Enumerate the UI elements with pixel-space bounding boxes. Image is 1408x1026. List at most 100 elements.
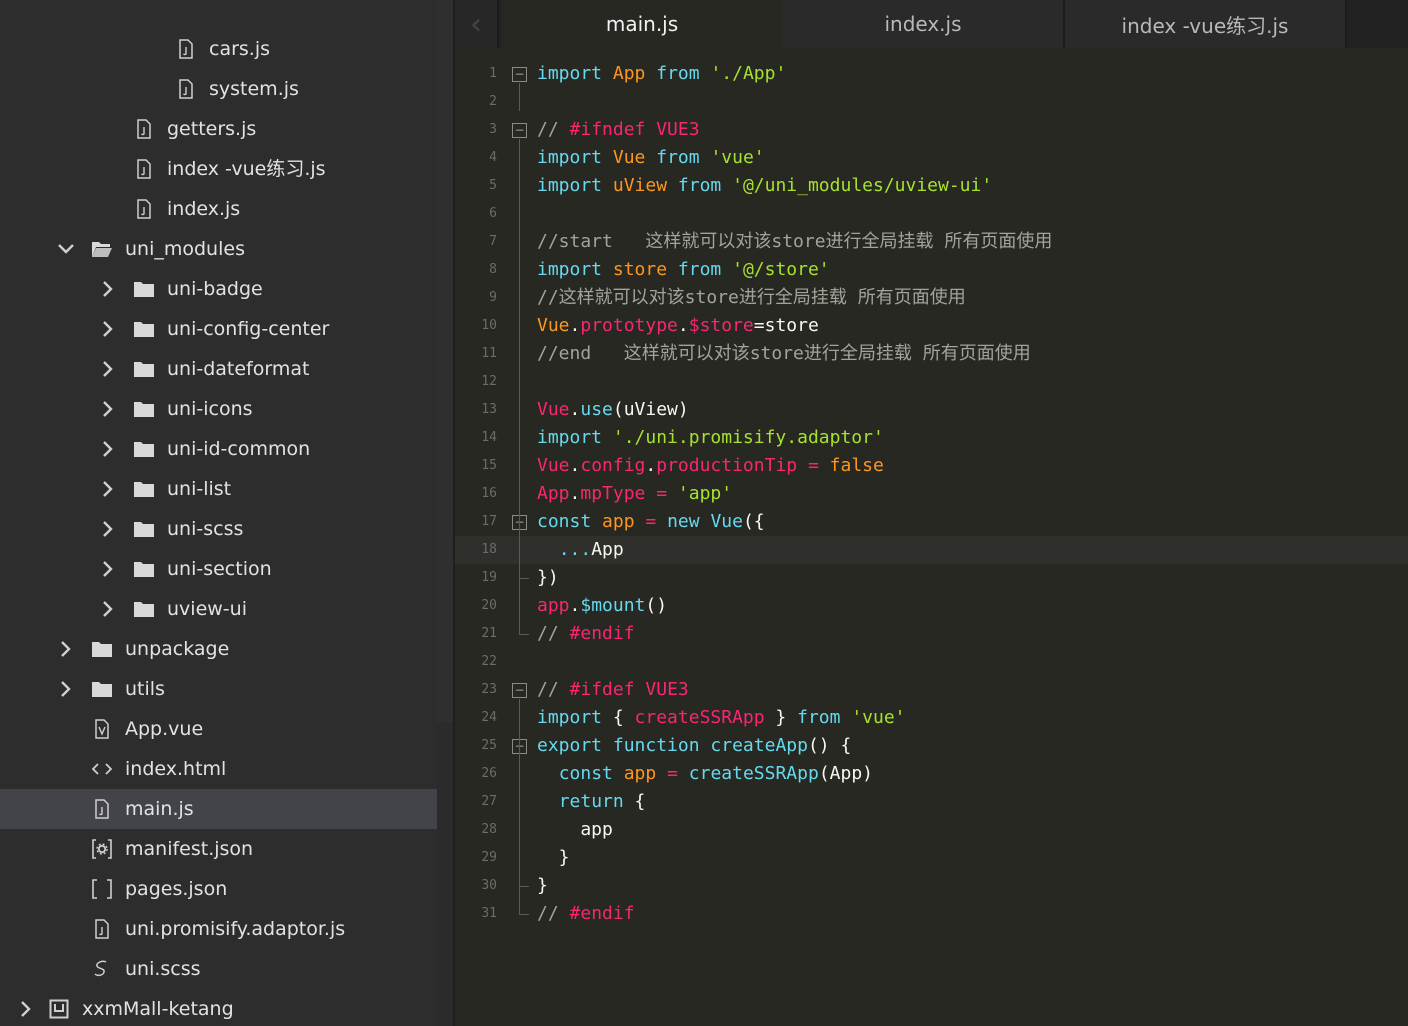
tree-item-uni-promisify-adaptor-js[interactable]: uni.promisify.adaptor.js	[0, 909, 437, 949]
code-line[interactable]: 7 //start 这样就可以对该store进行全局挂载 所有页面使用	[455, 228, 1408, 256]
tree-item-app-vue[interactable]: App.vue	[0, 709, 437, 749]
code-line[interactable]: 20 app.$mount()	[455, 592, 1408, 620]
tree-item-label: uni-icons	[167, 398, 253, 420]
code-line[interactable]: 8 import store from '@/store'	[455, 256, 1408, 284]
code-line[interactable]: 2	[455, 88, 1408, 116]
code-text: app	[537, 816, 613, 844]
code-editor[interactable]: 1− import App from './App' 2 3−// #ifndef V…	[455, 48, 1408, 1026]
js-file-icon	[174, 78, 198, 100]
code-line[interactable]: 28 app	[455, 816, 1408, 844]
code-line[interactable]: 16 App.mpType = 'app'	[455, 480, 1408, 508]
code-token: =	[667, 763, 678, 784]
chevron-right-icon[interactable]	[15, 998, 37, 1020]
code-line[interactable]: 24 import { createSSRApp } from 'vue'	[455, 704, 1408, 732]
code-token: Vue	[537, 315, 570, 336]
tree-item-uni-icons[interactable]: uni-icons	[0, 389, 437, 429]
tab-index-vue-practice-js[interactable]: index -vue练习.js	[1065, 0, 1347, 48]
code-line[interactable]: 6	[455, 200, 1408, 228]
folder-icon	[132, 398, 156, 420]
chevron-right-icon[interactable]	[97, 438, 119, 460]
chevron-right-icon[interactable]	[97, 398, 119, 420]
code-line[interactable]: 12	[455, 368, 1408, 396]
fold-toggle-icon[interactable]: −	[512, 683, 527, 698]
code-line[interactable]: 19})	[455, 564, 1408, 592]
code-line[interactable]: 11 //end 这样就可以对该store进行全局挂载 所有页面使用	[455, 340, 1408, 368]
folder-icon	[132, 598, 156, 620]
tree-item-uni-dateformat[interactable]: uni-dateformat	[0, 349, 437, 389]
fold-toggle-icon[interactable]: −	[512, 123, 527, 138]
code-token: $mount	[580, 595, 646, 616]
line-number: 21	[481, 626, 497, 641]
tab-scroll-left-button[interactable]: ‹	[455, 0, 499, 48]
tree-item-cars-js[interactable]: cars.js	[0, 29, 437, 69]
tree-item-uni-config-center[interactable]: uni-config-center	[0, 309, 437, 349]
tree-item-pages-json[interactable]: pages.json	[0, 869, 437, 909]
chevron-right-icon[interactable]	[97, 558, 119, 580]
tree-item-uni-scss[interactable]: uni-scss	[0, 509, 437, 549]
tree-item-index-vue-js[interactable]: index -vue练习.js	[0, 149, 437, 189]
chevron-down-icon[interactable]	[55, 238, 77, 260]
chevron-right-icon[interactable]	[55, 678, 77, 700]
line-number: 17	[481, 514, 497, 529]
tree-item-getters-js[interactable]: getters.js	[0, 109, 437, 149]
tab-main-js[interactable]: main.js	[501, 0, 783, 48]
code-line[interactable]: 30}	[455, 872, 1408, 900]
chevron-right-icon[interactable]	[97, 358, 119, 380]
code-line[interactable]: 17−const app = new Vue({	[455, 508, 1408, 536]
code-line[interactable]: 27 return {	[455, 788, 1408, 816]
line-number: 24	[481, 710, 497, 725]
line-number: 10	[481, 318, 497, 333]
code-line[interactable]: 15 Vue.config.productionTip = false	[455, 452, 1408, 480]
tree-item-main-js[interactable]: main.js	[0, 789, 437, 829]
code-line[interactable]: 4 import Vue from 'vue'	[455, 144, 1408, 172]
code-line[interactable]: 29 }	[455, 844, 1408, 872]
tree-item-uni-scss[interactable]: uni.scss	[0, 949, 437, 989]
tree-item-system-js[interactable]: system.js	[0, 69, 437, 109]
chevron-right-icon[interactable]	[97, 278, 119, 300]
tree-item-uni-list[interactable]: uni-list	[0, 469, 437, 509]
code-text: import Vue from 'vue'	[537, 144, 765, 172]
chevron-right-icon[interactable]	[97, 478, 119, 500]
tree-item-xxmmall-ketang[interactable]: xxmMall-ketang	[0, 989, 437, 1026]
code-line[interactable]: 23−// #ifdef VUE3	[455, 676, 1408, 704]
fold-toggle-icon[interactable]: −	[512, 67, 527, 82]
tree-item-uview-ui[interactable]: uview-ui	[0, 589, 437, 629]
code-token: import	[537, 707, 603, 728]
tree-item-utils[interactable]: utils	[0, 669, 437, 709]
code-line[interactable]: 22	[455, 648, 1408, 676]
code-token: .	[569, 455, 581, 476]
chevron-right-icon[interactable]	[55, 638, 77, 660]
code-token: const	[558, 763, 613, 784]
code-line[interactable]: 14 import './uni.promisify.adaptor'	[455, 424, 1408, 452]
code-line[interactable]: 3−// #ifndef VUE3	[455, 116, 1408, 144]
tree-item-uni-modules[interactable]: uni_modules	[0, 229, 437, 269]
tab-index-js[interactable]: index.js	[783, 0, 1065, 48]
code-line[interactable]: 26 const app = createSSRApp(App)	[455, 760, 1408, 788]
tree-item-uni-section[interactable]: uni-section	[0, 549, 437, 589]
sidebar-scrollbar-thumb[interactable]	[437, 0, 453, 722]
code-line[interactable]: 5 import uView from '@/uni_modules/uview-…	[455, 172, 1408, 200]
code-line[interactable]: 31 // #endif	[455, 900, 1408, 928]
code-line[interactable]: 21 // #endif	[455, 620, 1408, 648]
code-line[interactable]: 1− import App from './App'	[455, 60, 1408, 88]
tree-item-uni-id-common[interactable]: uni-id-common	[0, 429, 437, 469]
tree-item-index-html[interactable]: index.html	[0, 749, 437, 789]
code-line[interactable]: 18 ...App	[455, 536, 1408, 564]
chevron-right-icon[interactable]	[97, 318, 119, 340]
code-token: const	[537, 511, 592, 532]
line-number: 3	[489, 122, 497, 137]
tree-item-index-js[interactable]: index.js	[0, 189, 437, 229]
code-line[interactable]: 13 Vue.use(uView)	[455, 396, 1408, 424]
chevron-right-icon[interactable]	[97, 518, 119, 540]
tree-item-unpackage[interactable]: unpackage	[0, 629, 437, 669]
tree-item-label: xxmMall-ketang	[82, 998, 234, 1020]
code-line[interactable]: 10 Vue.prototype.$store=store	[455, 312, 1408, 340]
code-line[interactable]: 25−export function createApp() {	[455, 732, 1408, 760]
chevron-right-icon[interactable]	[97, 598, 119, 620]
tree-item-uni-badge[interactable]: uni-badge	[0, 269, 437, 309]
code-line[interactable]: 9 //这样就可以对该store进行全局挂载 所有页面使用	[455, 284, 1408, 312]
tree-item-manifest-json[interactable]: manifest.json	[0, 829, 437, 869]
